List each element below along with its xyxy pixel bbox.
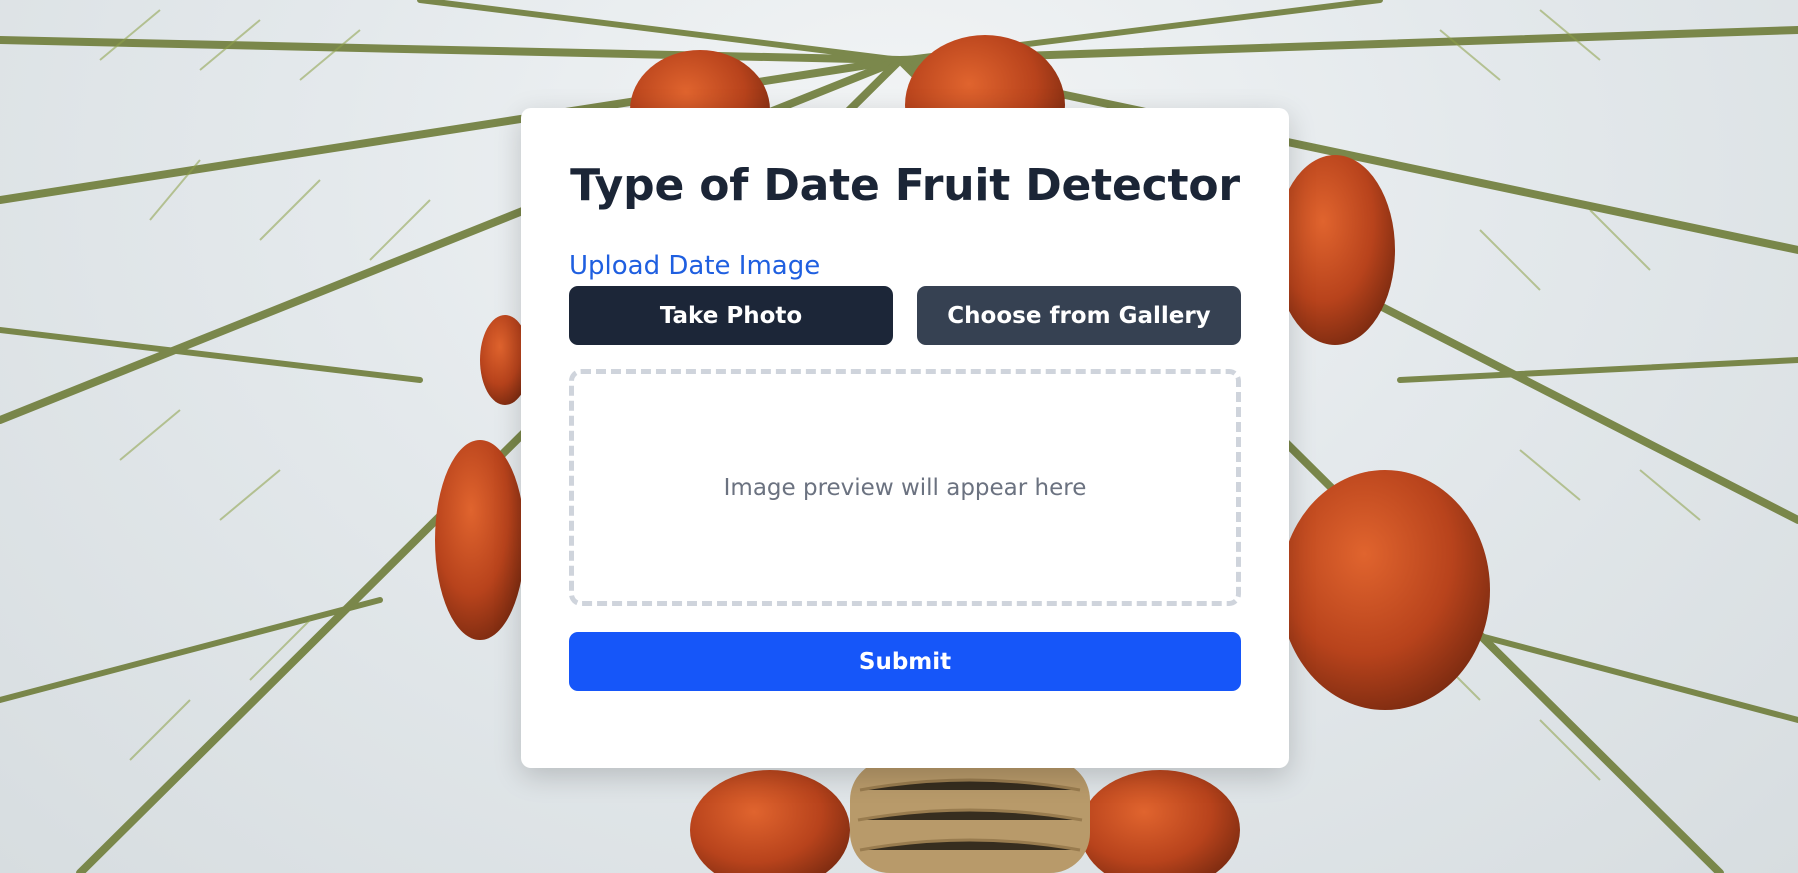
detector-card: Type of Date Fruit Detector Upload Date … <box>521 108 1289 768</box>
image-preview-area[interactable]: Image preview will appear here <box>569 369 1241 606</box>
preview-placeholder-text: Image preview will appear here <box>723 474 1087 501</box>
submit-button[interactable]: Submit <box>569 632 1241 691</box>
upload-buttons-row: Take Photo Choose from Gallery <box>569 286 1241 345</box>
upload-date-image-label: Upload Date Image <box>569 251 821 281</box>
page-title: Type of Date Fruit Detector <box>570 160 1240 211</box>
choose-from-gallery-button[interactable]: Choose from Gallery <box>917 286 1241 345</box>
take-photo-button[interactable]: Take Photo <box>569 286 893 345</box>
